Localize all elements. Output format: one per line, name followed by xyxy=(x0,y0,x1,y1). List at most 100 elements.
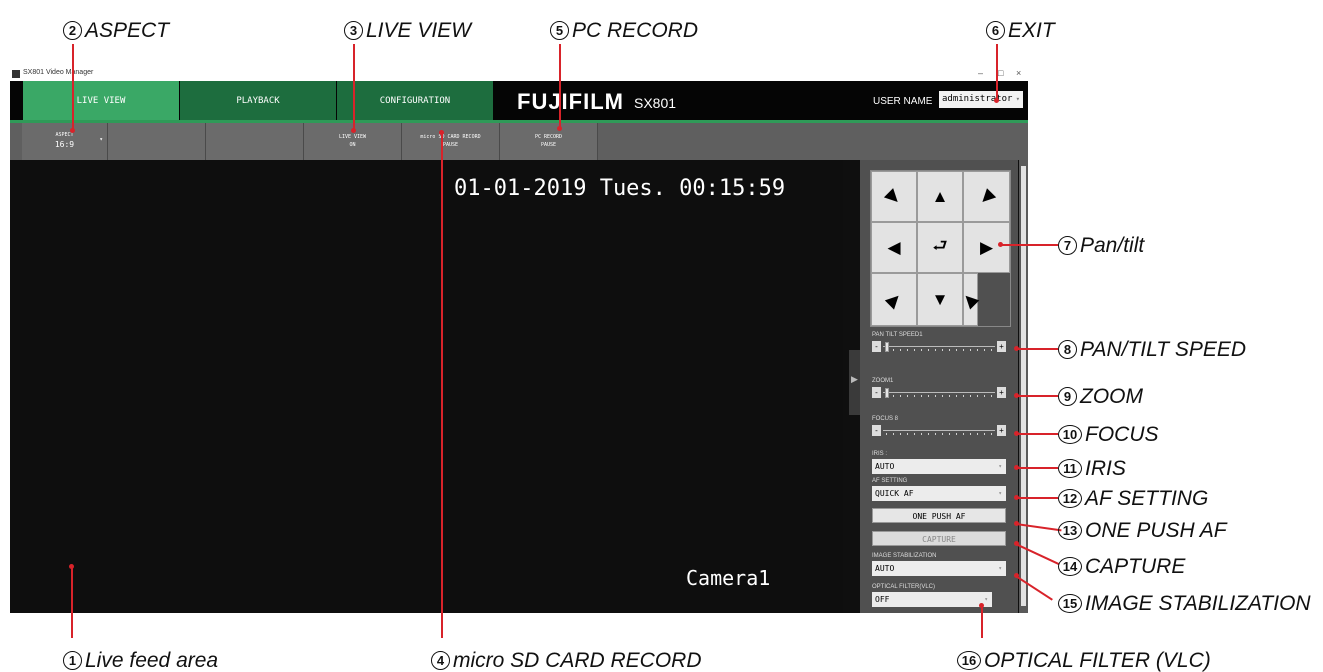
aspect-value: 16:9 xyxy=(54,140,75,150)
chevron-down-icon: ▾ xyxy=(99,136,103,143)
pc-record-value: PAUSE xyxy=(540,141,557,148)
user-name-select[interactable]: administrator ▾ xyxy=(939,91,1023,108)
aspect-label: ASPECT xyxy=(55,131,74,138)
slider-ticks xyxy=(886,349,992,351)
arrow-icon: ▼ xyxy=(931,289,949,309)
callout-number: 3 xyxy=(344,21,363,40)
leader-line-aspect xyxy=(72,44,74,130)
callout-sd-record: 4 micro SD CARD RECORD xyxy=(431,650,702,671)
callout-text: Pan/tilt xyxy=(1080,234,1145,257)
tab-configuration[interactable]: CONFIGURATION xyxy=(337,81,493,120)
one-push-af-button[interactable]: ONE PUSH AF xyxy=(872,508,1006,523)
increase-button[interactable]: + xyxy=(997,387,1006,398)
callout-text: CAPTURE xyxy=(1085,555,1186,578)
pan-tilt-speed-slider[interactable]: - + xyxy=(872,341,1006,353)
leader-dot xyxy=(994,98,999,103)
pan-up-left-button[interactable]: ▶ xyxy=(871,171,917,222)
pan-down-left-button[interactable]: ▶ xyxy=(871,273,917,326)
leader-dot xyxy=(1014,431,1019,436)
live-feed-area[interactable]: 01-01-2019 Tues. 00:15:59 Camera1 xyxy=(10,160,843,613)
tab-live-view[interactable]: LIVE VIEW xyxy=(23,81,179,120)
leader-dot xyxy=(1014,393,1019,398)
callout-number: 16 xyxy=(957,651,981,670)
callout-live-view: 3 LIVE VIEW xyxy=(344,20,471,41)
leader-dot xyxy=(1014,465,1019,470)
slider-thumb[interactable] xyxy=(885,388,889,398)
scrollbar-thumb[interactable] xyxy=(1021,166,1026,606)
callout-pc-record: 5 PC RECORD xyxy=(550,20,698,41)
callout-number: 5 xyxy=(550,21,569,40)
callout-text: PAN/TILT SPEED xyxy=(1080,338,1247,361)
iris-select[interactable]: AUTO ▾ xyxy=(872,459,1006,474)
zoom-slider[interactable]: - + xyxy=(872,387,1006,399)
close-button[interactable]: × xyxy=(1016,68,1021,78)
tab-playback[interactable]: PLAYBACK xyxy=(180,81,336,120)
capture-button[interactable]: CAPTURE xyxy=(872,531,1006,546)
leader-line-optical-filter xyxy=(981,605,983,638)
top-nav: LIVE VIEW PLAYBACK CONFIGURATION FUJIFIL… xyxy=(10,81,1028,123)
af-setting-select[interactable]: QUICK AF ▾ xyxy=(872,486,1006,501)
aspect-button[interactable]: ASPECT 16:9 ▾ xyxy=(22,123,108,160)
callout-image-stabilization: 15 IMAGE STABILIZATION xyxy=(1058,593,1311,614)
decrease-button[interactable]: - xyxy=(872,425,881,436)
callout-number: 13 xyxy=(1058,521,1082,540)
leader-dot xyxy=(557,126,562,131)
pan-right-button[interactable]: ▶ xyxy=(963,222,1010,273)
focus-slider[interactable]: - + xyxy=(872,425,1006,437)
callout-text: ASPECT xyxy=(85,19,170,42)
minimize-button[interactable]: – xyxy=(978,68,983,78)
leader-line-pan-tilt-speed xyxy=(1016,348,1058,350)
optical-filter-value: OFF xyxy=(875,595,890,604)
toolbar: ASPECT 16:9 ▾ LIVE VIEW ON micro SD CARD… xyxy=(10,123,1028,160)
maximize-button[interactable]: □ xyxy=(998,68,1003,78)
callout-text: IRIS xyxy=(1085,457,1126,480)
home-position-button[interactable]: ⮐ xyxy=(917,222,963,273)
leader-line-pc-record xyxy=(559,44,561,128)
pan-down-right-button[interactable]: ◀ xyxy=(960,273,982,326)
sd-record-value: PAUSE xyxy=(442,141,459,148)
camera-name-overlay: Camera1 xyxy=(686,566,771,590)
image-stabilization-select[interactable]: AUTO ▾ xyxy=(872,561,1006,576)
focus-label: FOCUS 8 xyxy=(872,416,899,422)
increase-button[interactable]: + xyxy=(997,425,1006,436)
arrow-icon: ▲ xyxy=(931,186,949,206)
callout-text: Live feed area xyxy=(85,649,219,672)
slider-ticks xyxy=(886,395,992,397)
af-setting-label: AF SETTING xyxy=(872,478,908,484)
increase-button[interactable]: + xyxy=(997,341,1006,352)
sd-record-button[interactable]: micro SD CARD RECORD PAUSE xyxy=(402,123,500,160)
image-stabilization-value: AUTO xyxy=(875,564,895,573)
iris-value: AUTO xyxy=(875,462,895,471)
callout-text: micro SD CARD RECORD xyxy=(453,649,702,672)
leader-line-live-feed xyxy=(71,566,73,638)
pan-up-right-button[interactable]: ◀ xyxy=(963,171,1010,222)
optical-filter-select[interactable]: OFF ▾ xyxy=(872,592,992,607)
callout-number: 6 xyxy=(986,21,1005,40)
callout-number: 11 xyxy=(1058,459,1082,478)
af-setting-value: QUICK AF xyxy=(875,489,914,498)
callout-number: 12 xyxy=(1058,489,1082,508)
pc-record-button[interactable]: PC RECORD PAUSE xyxy=(500,123,598,160)
callout-optical-filter: 16 OPTICAL FILTER (VLC) xyxy=(957,650,1211,671)
slider-thumb[interactable] xyxy=(885,342,889,352)
decrease-button[interactable]: - xyxy=(872,387,881,398)
return-icon: ⮐ xyxy=(932,236,948,255)
fujifilm-logo: FUJIFILM xyxy=(517,89,624,114)
tilt-down-button[interactable]: ▼ xyxy=(917,273,963,326)
sd-record-label: micro SD CARD RECORD xyxy=(420,134,481,140)
leader-dot xyxy=(439,130,444,135)
panel-collapse-handle[interactable]: ▶ xyxy=(849,350,860,415)
pan-left-button[interactable]: ◀ xyxy=(871,222,917,273)
tilt-up-button[interactable]: ▲ xyxy=(917,171,963,222)
pan-tilt-pad: ▶ ▲ ◀ ◀ ⮐ ▶ ▶ ▼ ◀ xyxy=(870,170,1011,327)
toolbar-blank-1 xyxy=(108,123,206,160)
decrease-button[interactable]: - xyxy=(872,341,881,352)
title-bar: SX801 Video Manager – □ × xyxy=(10,67,1028,81)
model-name: SX801 xyxy=(634,95,677,111)
callout-iris: 11 IRIS xyxy=(1058,458,1126,479)
callout-number: 4 xyxy=(431,651,450,670)
chevron-right-icon: ▶ xyxy=(851,374,858,384)
leader-dot xyxy=(70,128,75,133)
video-manager-window: SX801 Video Manager – □ × LIVE VIEW PLAY… xyxy=(10,67,1028,613)
chevron-down-icon: ▾ xyxy=(998,463,1002,470)
